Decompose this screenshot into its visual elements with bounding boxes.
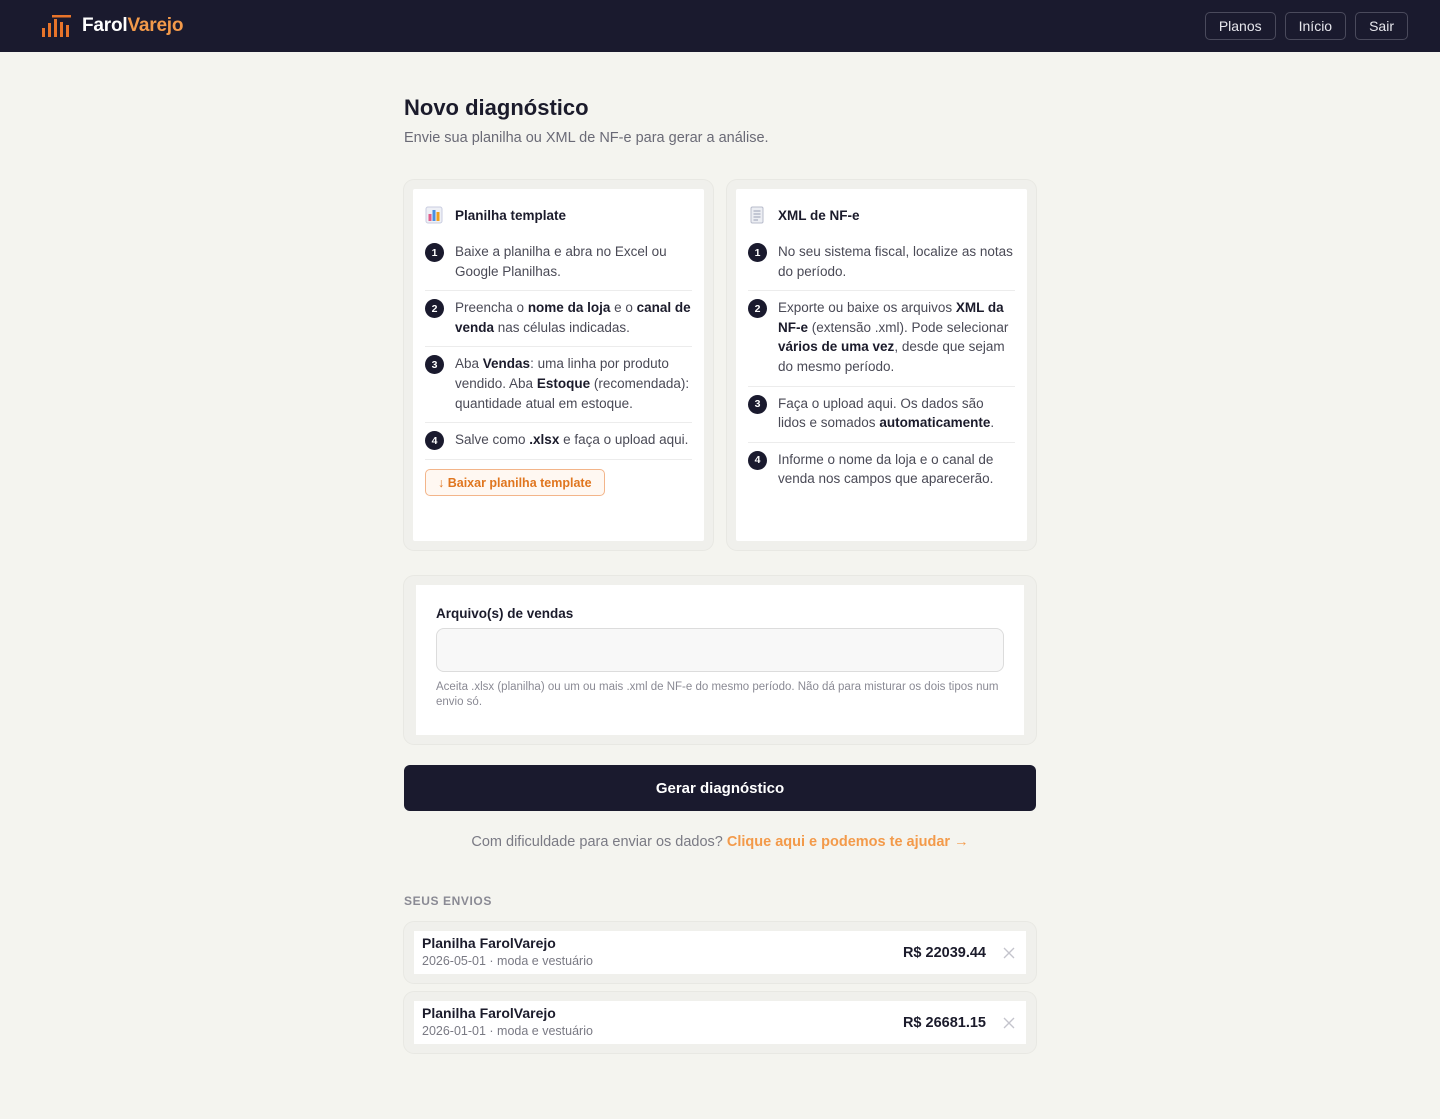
step-text: No seu sistema fiscal, localize as notas… [778, 244, 1013, 279]
submission-item[interactable]: Planilha FarolVarejo 2026-05-01 · moda e … [404, 922, 1036, 983]
template-step: 3 Aba Vendas: uma linha por produto vendi… [425, 354, 692, 424]
step-text: Preencha o nome da loja e o canal de ven… [455, 300, 691, 335]
submission-name: Planilha FarolVarejo [422, 1005, 556, 1021]
file-upload-input[interactable] [436, 628, 1004, 672]
help-link[interactable]: Clique aqui e podemos te ajudar → [727, 834, 969, 850]
spreadsheet-chart-icon [425, 206, 443, 224]
template-card-title: Planilha template [455, 207, 567, 223]
submission-item[interactable]: Planilha FarolVarejo 2026-01-01 · moda e … [404, 992, 1036, 1053]
help-text: Com dificuldade para enviar os dados? [471, 834, 723, 850]
template-step: 2 Preencha o nome da loja e o canal de ve… [425, 298, 692, 348]
download-template-button[interactable]: ↓ Baixar planilha template [425, 469, 605, 497]
step-number-badge: 2 [425, 299, 444, 319]
template-steps: 1 Baixe a planilha e abra no Excel ou Goo… [425, 242, 692, 461]
step-text: Exporte ou baixe os arquivos XML da NF-e… [778, 300, 1009, 374]
xml-card-title: XML de NF-e [778, 207, 860, 223]
template-card: Planilha template 1 Baixe a planilha e ab… [404, 180, 713, 550]
template-step: 1 Baixe a planilha e abra no Excel ou Goo… [425, 242, 692, 292]
brand[interactable]: FarolVarejo [40, 13, 183, 39]
plans-button[interactable]: Planos [1204, 12, 1276, 40]
xml-card: XML de NF-e 1 No seu sistema fiscal, loca… [727, 180, 1036, 550]
submission-amount: R$ 26681.15 [902, 1014, 986, 1031]
step-number-badge: 1 [425, 243, 444, 262]
help-line: Com dificuldade para enviar os dados? Cl… [404, 834, 1036, 850]
upload-label: Arquivo(s) de vendas [436, 606, 574, 621]
upload-panel: Arquivo(s) de vendas Aceita .xlsx (plani… [404, 576, 1036, 744]
submissions-list: Planilha FarolVarejo 2026-05-01 · moda e … [404, 922, 1036, 1053]
step-text: Faça o upload aqui. Os dados são lidos e… [778, 395, 995, 431]
home-button[interactable]: Início [1284, 12, 1347, 40]
logout-button[interactable]: Sair [1355, 12, 1408, 40]
generate-diagnosis-button[interactable]: Gerar diagnóstico [404, 765, 1036, 811]
xml-step: 1 No seu sistema fiscal, localize as nota… [748, 242, 1015, 292]
submission-meta: 2026-01-01 · moda e vestuário [422, 1024, 593, 1038]
step-text: Baixe a planilha e abra no Excel ou Goog… [455, 244, 667, 279]
nav-buttons: Planos Início Sair [1204, 12, 1408, 40]
step-number-badge: 4 [425, 431, 444, 451]
bar-chart-icon [42, 15, 71, 37]
document-icon [750, 206, 764, 224]
page-subtitle: Envie sua planilha ou XML de NF-e para g… [404, 130, 769, 146]
xml-steps: 1 No seu sistema fiscal, localize as nota… [748, 242, 1015, 498]
step-number-badge: 3 [425, 355, 444, 375]
submission-meta: 2026-05-01 · moda e vestuário [422, 954, 593, 968]
step-text: Informe o nome da loja e o canal de vend… [778, 451, 994, 487]
brand-name-part1: Farol [82, 15, 128, 36]
brand-name: FarolVarejo [82, 15, 183, 37]
submissions-heading: SEUS ENVIOS [404, 894, 492, 908]
main-content: Novo diagnóstico Envie sua planilha ou X… [404, 52, 1036, 1062]
step-number-badge: 2 [748, 299, 767, 319]
xml-step: 3 Faça o upload aqui. Os dados são lidos … [748, 394, 1015, 443]
close-icon[interactable] [1002, 1016, 1016, 1030]
step-number-badge: 1 [748, 243, 767, 262]
step-text: Salve como .xlsx e faça o upload aqui. [455, 432, 689, 448]
upload-help-text: Aceita .xlsx (planilha) ou um ou mais .x… [436, 681, 999, 708]
template-step: 4 Salve como .xlsx e faça o upload aqui. [425, 430, 692, 461]
top-navbar: FarolVarejo Planos Início Sair [0, 0, 1440, 52]
instruction-cards: Planilha template 1 Baixe a planilha e ab… [404, 180, 1036, 550]
submission-name: Planilha FarolVarejo [422, 935, 556, 951]
page-title: Novo diagnóstico [404, 95, 589, 120]
close-icon[interactable] [1002, 946, 1016, 960]
brand-name-part2: Varejo [127, 15, 184, 36]
step-number-badge: 4 [748, 450, 767, 470]
submission-amount: R$ 22039.44 [902, 944, 986, 961]
step-text: Aba Vendas: uma linha por produto vendid… [455, 356, 690, 411]
xml-step: 4 Informe o nome da loja e o canal de ven… [748, 450, 1015, 498]
xml-step: 2 Exporte ou baixe os arquivos XML da NF-… [748, 298, 1015, 387]
step-number-badge: 3 [748, 394, 767, 414]
